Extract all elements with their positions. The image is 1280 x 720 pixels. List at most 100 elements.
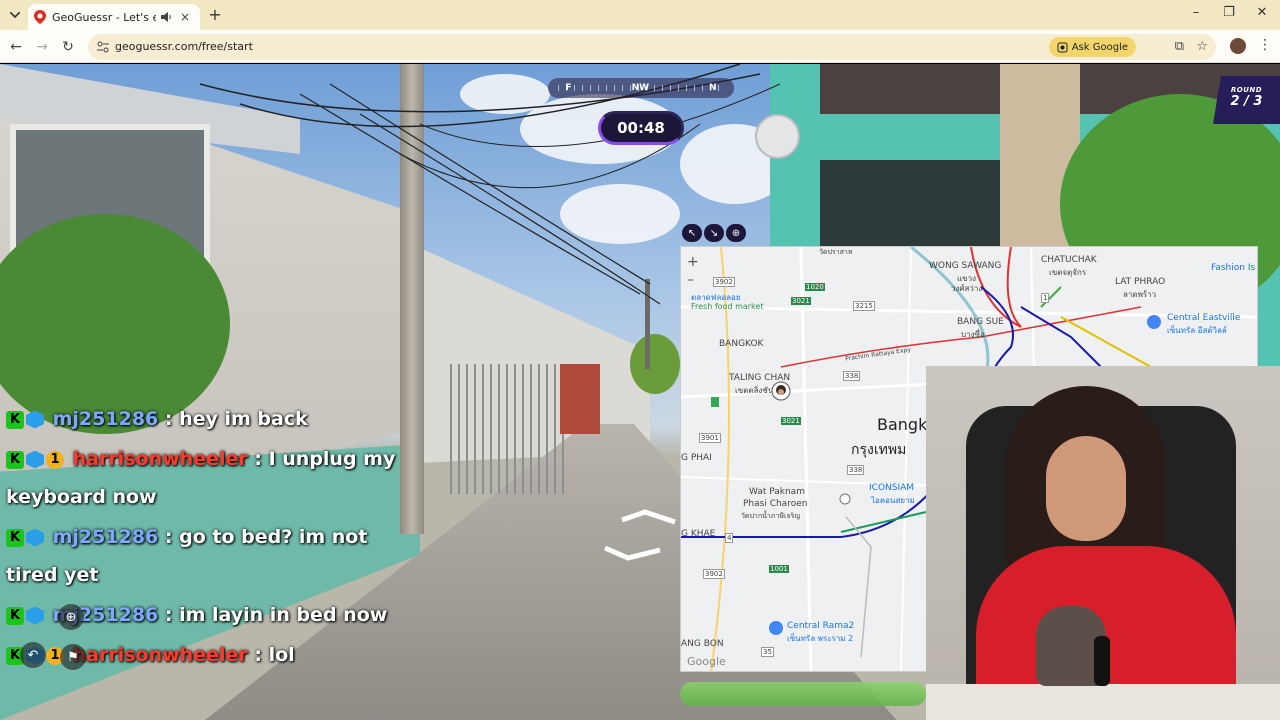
url-text: geoguessr.com/free/start	[115, 40, 253, 53]
map-label: G KHAE	[681, 529, 716, 539]
chat-text: : hey im back	[158, 408, 308, 430]
map-label: เขตจตุจักร	[1049, 268, 1087, 277]
map-label: เซ็นทรัล พระราม 2	[787, 634, 854, 643]
map-label: เซ็นทรัล อีสต์วิลล์	[1167, 326, 1227, 335]
map-label-central-eastville: Central Eastville	[1167, 313, 1241, 323]
pin-map-icon[interactable]: ⊕	[726, 224, 746, 242]
round-indicator: ROUND 2 / 3	[1213, 76, 1280, 124]
back-button[interactable]: ←	[7, 38, 25, 56]
round-timer: 00:48	[598, 111, 684, 145]
round-value: 2 / 3	[1230, 94, 1263, 109]
google-lens-icon	[1057, 42, 1068, 52]
map-label-lat-phrao: LAT PHRAO	[1115, 277, 1166, 287]
map-label: กรุงเทพม	[851, 442, 907, 458]
cube-badge-icon	[26, 410, 44, 429]
reload-button[interactable]: ↻	[59, 38, 77, 56]
new-tab-button[interactable]: +	[206, 6, 224, 24]
compass-center: NW	[631, 83, 650, 93]
compass-right: N	[709, 83, 717, 93]
road-number: 3902	[713, 277, 735, 287]
tab-title: GeoGuessr - Let's explore the	[52, 10, 156, 24]
shopping-icon	[769, 621, 783, 635]
map-zoom-controls: + –	[687, 253, 699, 289]
chat-username: mj251286	[52, 526, 159, 548]
road-number: 3021	[781, 417, 801, 425]
compass: F NW N	[548, 78, 734, 98]
ask-google-button[interactable]: Ask Google	[1048, 37, 1136, 57]
flag-icon[interactable]: ⚑	[60, 644, 86, 670]
road-number: 3901	[699, 433, 721, 443]
restore-button[interactable]: ❐	[1219, 5, 1239, 20]
enlarge-map-icon[interactable]: ↖	[682, 224, 702, 242]
camera-device	[1094, 636, 1110, 686]
chat-message: K mj251286 : hey im back	[6, 400, 406, 438]
map-label: ลาดพร้าว	[1123, 290, 1157, 299]
streamer-face	[1046, 436, 1126, 541]
guess-button[interactable]	[680, 682, 926, 706]
zoom-out-button[interactable]: –	[687, 271, 699, 289]
map-label-chatuchak: CHATUCHAK	[1041, 255, 1097, 265]
kick-badge-icon: K	[6, 606, 24, 625]
road-number: 3021	[791, 297, 811, 305]
forward-button[interactable]: →	[33, 38, 51, 56]
map-label: Fresh food market	[691, 302, 764, 311]
chat-text: : lol	[247, 644, 295, 666]
landmark-icon	[839, 493, 851, 505]
bookmark-star-icon[interactable]: ☆	[1196, 39, 1208, 54]
road-number: 338	[847, 465, 865, 475]
road-number: 338	[843, 371, 861, 381]
map-size-controls: ↖ ↘ ⊕	[682, 224, 746, 242]
site-info-icon[interactable]	[96, 40, 110, 54]
map-label-bangkok: BANGKOK	[719, 339, 764, 349]
close-tab-icon[interactable]: ×	[180, 10, 190, 24]
profile-avatar[interactable]	[1230, 38, 1246, 54]
browser-toolbar: ← → ↻ geoguessr.com/free/start Ask Googl…	[0, 30, 1280, 63]
speaker-icon[interactable]	[160, 11, 172, 23]
road-number: 1	[1041, 293, 1050, 303]
shrink-map-icon[interactable]: ↘	[704, 224, 724, 242]
chat-text: : im layin in bed now	[158, 604, 388, 626]
map-label: วงศ์สว่าง	[951, 284, 983, 293]
map-label: วัดปากน้ำภาษีเจริญ	[741, 512, 801, 520]
cube-badge-icon	[26, 450, 44, 469]
more-menu-icon[interactable]: ⋮	[1258, 37, 1272, 53]
map-label-bang-sue: BANG SUE	[957, 317, 1004, 327]
map-label-wong-sawang: WONG SAWANG	[929, 261, 1002, 271]
compass-left: F	[565, 83, 572, 93]
round-label: ROUND	[1230, 86, 1263, 94]
player-marker-icon	[771, 381, 791, 401]
map-label: ANG BON	[681, 639, 724, 649]
ask-google-label: Ask Google	[1071, 41, 1128, 53]
map-label-fashion: Fashion Is	[1211, 263, 1256, 273]
tab-strip: GeoGuessr - Let's explore the × + – ❐ ✕	[0, 0, 1280, 30]
chat-username: mj251286	[52, 408, 159, 430]
cube-badge-icon	[26, 528, 44, 547]
geoguessr-favicon-icon	[34, 10, 46, 24]
cast-icon[interactable]: ⧉	[1175, 39, 1184, 54]
road-number: 3902	[703, 569, 725, 579]
webcam-overlay	[926, 366, 1280, 720]
zoom-in-button[interactable]: +	[687, 253, 699, 271]
tab-geoguessr[interactable]: GeoGuessr - Let's explore the ×	[28, 4, 200, 30]
tab-search-button[interactable]	[6, 6, 24, 24]
road-number: 3215	[853, 301, 875, 311]
map-label: ไอคอนสยาม	[871, 496, 915, 505]
minimize-button[interactable]: –	[1186, 5, 1206, 20]
navigation-arrows[interactable]	[600, 508, 680, 568]
cube-badge-icon	[26, 606, 44, 625]
road-number: 1020	[805, 283, 825, 291]
map-label-iconsiam: ICONSIAM	[869, 483, 915, 493]
road-number: 4	[725, 533, 734, 543]
undo-icon[interactable]: ↶	[20, 642, 46, 668]
map-label: Phasi Charoen	[743, 499, 808, 509]
shopping-icon	[1147, 315, 1161, 329]
map-label-bangkok-city: Bangk	[877, 415, 928, 434]
chat-username: harrisonwheeler	[72, 448, 248, 470]
chat-message: K mj251286 : go to bed? im not tired yet	[6, 518, 406, 594]
address-bar[interactable]: geoguessr.com/free/start Ask Google ⧉ ☆	[88, 34, 1216, 60]
close-window-button[interactable]: ✕	[1252, 5, 1272, 20]
chevron-down-icon	[10, 12, 20, 18]
map-label: G PHAI	[681, 453, 712, 463]
zoom-in-icon[interactable]: ⊕	[58, 604, 84, 630]
google-logo: Google	[687, 655, 726, 668]
